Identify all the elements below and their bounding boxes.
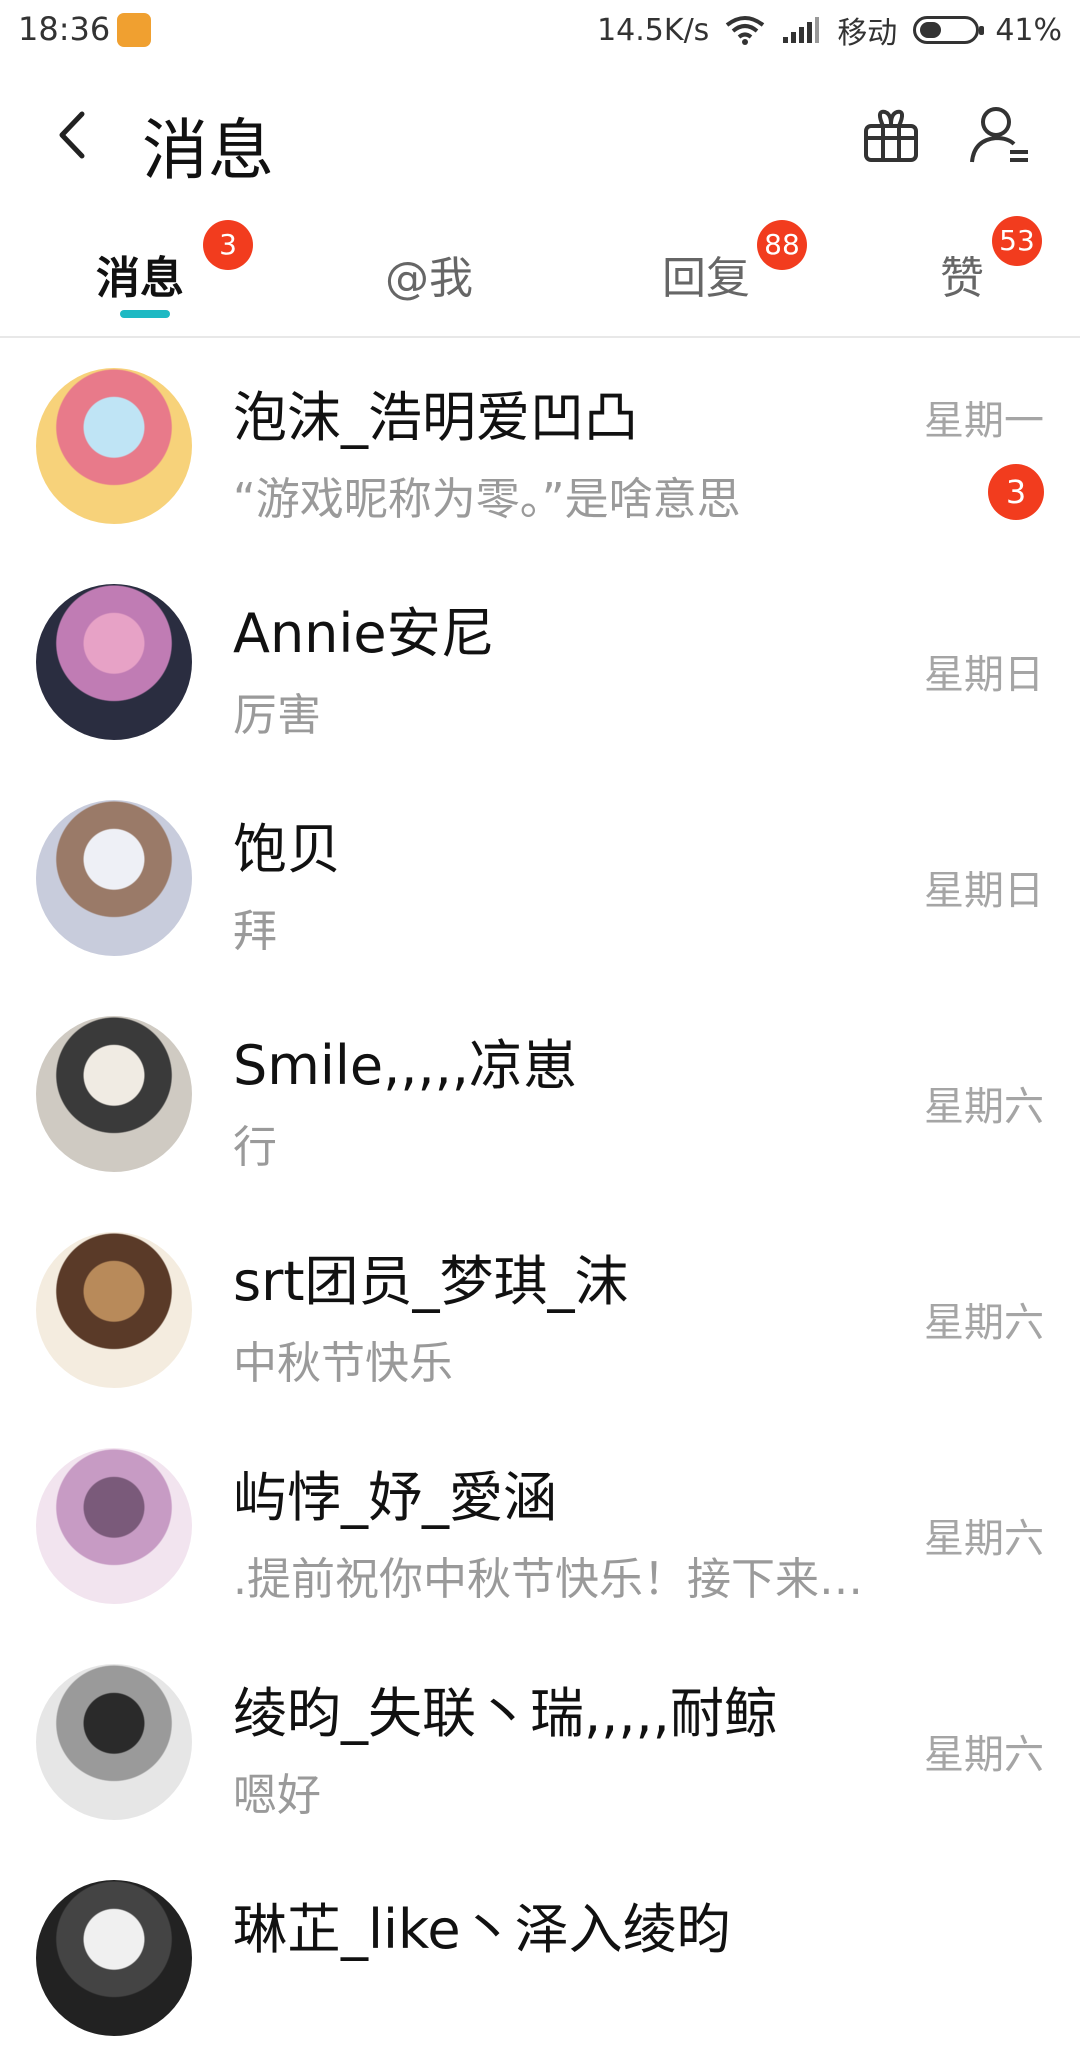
conversation-name: 泡沫_浩明爱凹凸 [233, 386, 638, 449]
message-time: 星期日 [924, 652, 1044, 698]
signal-icon [783, 17, 820, 43]
avatar[interactable] [36, 800, 192, 956]
message-time: 星期六 [924, 1084, 1044, 1130]
conversation-row[interactable]: 琳芷_like丶泽入绫昀 [0, 1850, 1080, 2066]
conversation-row[interactable]: 饱贝拜 星期日 [0, 770, 1080, 986]
message-preview: .提前祝你中秋节快乐！接下来的日子 [233, 1554, 893, 1605]
conversation-name: 屿悖_妤_愛涵 [233, 1466, 557, 1529]
message-time: 星期六 [924, 1732, 1044, 1778]
tab-messages[interactable]: 消息 [96, 242, 184, 306]
carrier-label: 移动 [837, 16, 898, 51]
message-time: 星期六 [924, 1300, 1044, 1346]
tab-likes[interactable]: 赞 [940, 242, 984, 306]
message-preview: 嗯好 [233, 1770, 321, 1821]
conversation-name: 绫昀_失联丶瑞,,,,,耐鲸 [233, 1682, 778, 1745]
network-speed: 14.5K/s [597, 12, 710, 48]
app-header: 消息 [0, 62, 1080, 212]
status-indicators: 14.5K/s 移动 41% [581, 10, 1062, 52]
avatar[interactable] [36, 584, 192, 740]
avatar[interactable] [36, 1880, 192, 2036]
avatar[interactable] [36, 1664, 192, 1820]
active-tab-indicator [120, 310, 170, 318]
conversation-name: srt团员_梦琪_沫 [233, 1250, 629, 1313]
tab-messages-badge: 3 [203, 220, 253, 270]
conversation-row[interactable]: Annie安尼厉害 星期日 [0, 554, 1080, 770]
avatar[interactable] [36, 368, 192, 524]
avatar[interactable] [36, 1016, 192, 1172]
conversation-name: 饱贝 [233, 818, 341, 881]
conversation-name: Annie安尼 [233, 602, 495, 665]
page-title: 消息 [142, 112, 274, 189]
app-notification-icon [117, 13, 151, 47]
message-preview: 中秋节快乐 [233, 1338, 453, 1389]
conversation-name: 琳芷_like丶泽入绫昀 [233, 1898, 731, 1961]
status-time: 18:36 [18, 10, 111, 48]
conversation-row[interactable]: 泡沫_浩明爱凹凸 “游戏昵称为零。”是啥意思 星期一 3 [0, 338, 1080, 554]
message-preview: 行 [233, 1122, 277, 1173]
tab-replies-badge: 88 [757, 220, 807, 270]
back-arrow-icon[interactable] [40, 100, 110, 170]
message-preview: 厉害 [233, 690, 321, 741]
message-tabs: 消息 3 @我 回复 88 赞 53 [0, 212, 1080, 338]
tab-mentions[interactable]: @我 [385, 242, 473, 306]
message-time: 星期六 [924, 1516, 1044, 1562]
unread-badge: 3 [988, 464, 1044, 520]
tab-likes-badge: 53 [992, 216, 1042, 266]
conversation-name: Smile,,,,,凉崽 [233, 1034, 577, 1097]
message-preview: 拜 [233, 906, 277, 957]
tab-replies[interactable]: 回复 [662, 242, 750, 306]
gift-icon[interactable] [858, 102, 924, 168]
message-preview: “游戏昵称为零。”是啥意思 [233, 474, 741, 525]
message-time: 星期一 [924, 398, 1044, 444]
battery-percent: 41% [995, 12, 1062, 48]
message-time: 星期日 [924, 868, 1044, 914]
status-bar: 18:36 14.5K/s 移动 41% [0, 0, 1080, 62]
avatar[interactable] [36, 1232, 192, 1388]
conversation-row[interactable]: Smile,,,,,凉崽行 星期六 [0, 986, 1080, 1202]
battery-icon [913, 16, 985, 44]
contacts-settings-icon[interactable] [966, 102, 1032, 168]
wifi-icon [726, 16, 765, 45]
avatar[interactable] [36, 1448, 192, 1604]
conversation-row[interactable]: srt团员_梦琪_沫中秋节快乐 星期六 [0, 1202, 1080, 1418]
conversation-row[interactable]: 屿悖_妤_愛涵 .提前祝你中秋节快乐！接下来的日子 星期六 [0, 1418, 1080, 1634]
conversation-row[interactable]: 绫昀_失联丶瑞,,,,,耐鲸嗯好 星期六 [0, 1634, 1080, 1850]
